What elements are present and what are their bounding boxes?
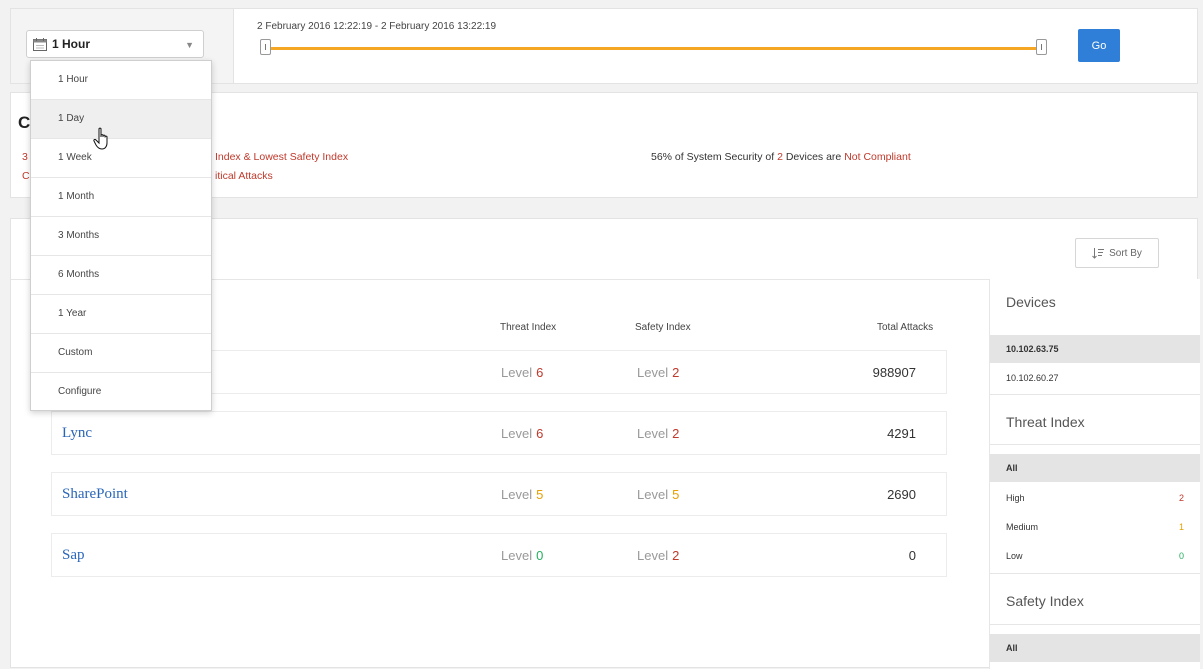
app-name[interactable]: Lync xyxy=(62,425,92,442)
summary-line-1-mark: 3 xyxy=(22,151,28,163)
total-attacks: 2690 xyxy=(887,487,916,502)
slider-start-handle[interactable] xyxy=(260,39,271,55)
hand-pointer-icon xyxy=(93,127,108,150)
filter-device-item[interactable]: 10.102.60.27 xyxy=(990,364,1200,392)
range-dropdown-menu: 1 Hour 1 Day 1 Week 1 Month 3 Months 6 M… xyxy=(30,60,212,411)
total-attacks: 988907 xyxy=(872,365,916,380)
filter-threat-all[interactable]: All xyxy=(990,454,1200,482)
compliance-mid: Devices are xyxy=(785,151,842,163)
column-header-attacks: Total Attacks xyxy=(877,322,934,333)
time-slider-track[interactable] xyxy=(265,47,1041,50)
sort-icon xyxy=(1092,247,1105,259)
app-name[interactable]: Sap xyxy=(62,547,85,564)
compliance-summary: 56% of System Security of 2 Devices are … xyxy=(651,151,911,163)
safety-level: Level 2 xyxy=(637,548,680,563)
compliance-status[interactable]: Not Compliant xyxy=(844,151,911,163)
filter-divider xyxy=(990,444,1200,445)
menu-item-1-hour[interactable]: 1 Hour xyxy=(31,61,211,100)
filter-safety-all[interactable]: All xyxy=(990,634,1200,662)
filter-title-threat: Threat Index xyxy=(1006,414,1085,430)
go-button[interactable]: Go xyxy=(1078,29,1120,62)
filter-divider xyxy=(990,624,1200,625)
slider-end-handle[interactable] xyxy=(1036,39,1047,55)
safety-level: Level 2 xyxy=(637,365,680,380)
summary-line-1[interactable]: Index & Lowest Safety Index xyxy=(215,151,348,163)
menu-item-3-months[interactable]: 3 Months xyxy=(31,217,211,256)
range-select-value: 1 Hour xyxy=(52,37,91,51)
menu-item-1-day[interactable]: 1 Day xyxy=(31,100,211,139)
filter-device-item[interactable]: 10.102.63.75 xyxy=(990,335,1200,363)
summary-line-2-mark: C xyxy=(22,170,30,182)
sort-button[interactable]: Sort By xyxy=(1075,238,1159,268)
filter-divider xyxy=(990,394,1200,395)
column-header-threat: Threat Index xyxy=(500,322,557,333)
total-attacks: 4291 xyxy=(887,426,916,441)
compliance-prefix: 56% of System Security of xyxy=(651,151,775,163)
sort-label: Sort By xyxy=(1109,247,1142,259)
safety-level: Level 5 xyxy=(637,487,680,502)
table-row[interactable]: SharePoint Level 5 Level 5 2690 xyxy=(51,472,947,516)
menu-item-1-week[interactable]: 1 Week xyxy=(31,139,211,178)
range-text: 2 February 2016 12:22:19 - 2 February 20… xyxy=(257,21,497,32)
filter-divider xyxy=(990,573,1200,574)
summary-line-2[interactable]: itical Attacks xyxy=(215,170,273,182)
range-select[interactable]: 1 Hour ▼ xyxy=(26,30,204,58)
threat-level: Level 6 xyxy=(501,426,544,441)
filter-sidebar: Devices 10.102.63.75 10.102.60.27 Threat… xyxy=(989,279,1200,669)
safety-level: Level 2 xyxy=(637,426,680,441)
menu-item-6-months[interactable]: 6 Months xyxy=(31,256,211,295)
filter-threat-medium[interactable]: Medium 1 xyxy=(990,513,1200,541)
filter-title-safety: Safety Index xyxy=(1006,593,1084,609)
filter-title-devices: Devices xyxy=(1006,294,1056,310)
summary-title: C xyxy=(18,113,31,132)
threat-level: Level 6 xyxy=(501,365,544,380)
menu-item-custom[interactable]: Custom xyxy=(31,334,211,373)
menu-item-configure[interactable]: Configure xyxy=(31,373,211,412)
threat-level: Level 5 xyxy=(501,487,544,502)
calendar-icon xyxy=(33,37,47,51)
app-name[interactable]: SharePoint xyxy=(62,486,128,503)
chevron-down-icon: ▼ xyxy=(185,40,194,50)
threat-level: Level 0 xyxy=(501,548,544,563)
table-row[interactable]: Sap Level 0 Level 2 0 xyxy=(51,533,947,577)
filter-threat-low[interactable]: Low 0 xyxy=(990,542,1200,570)
table-row[interactable]: Lync Level 6 Level 2 4291 xyxy=(51,411,947,455)
filter-threat-high[interactable]: High 2 xyxy=(990,484,1200,512)
total-attacks: 0 xyxy=(908,548,916,563)
compliance-count: 2 xyxy=(777,151,783,163)
menu-item-1-month[interactable]: 1 Month xyxy=(31,178,211,217)
menu-item-1-year[interactable]: 1 Year xyxy=(31,295,211,334)
column-header-safety: Safety Index xyxy=(635,322,691,333)
